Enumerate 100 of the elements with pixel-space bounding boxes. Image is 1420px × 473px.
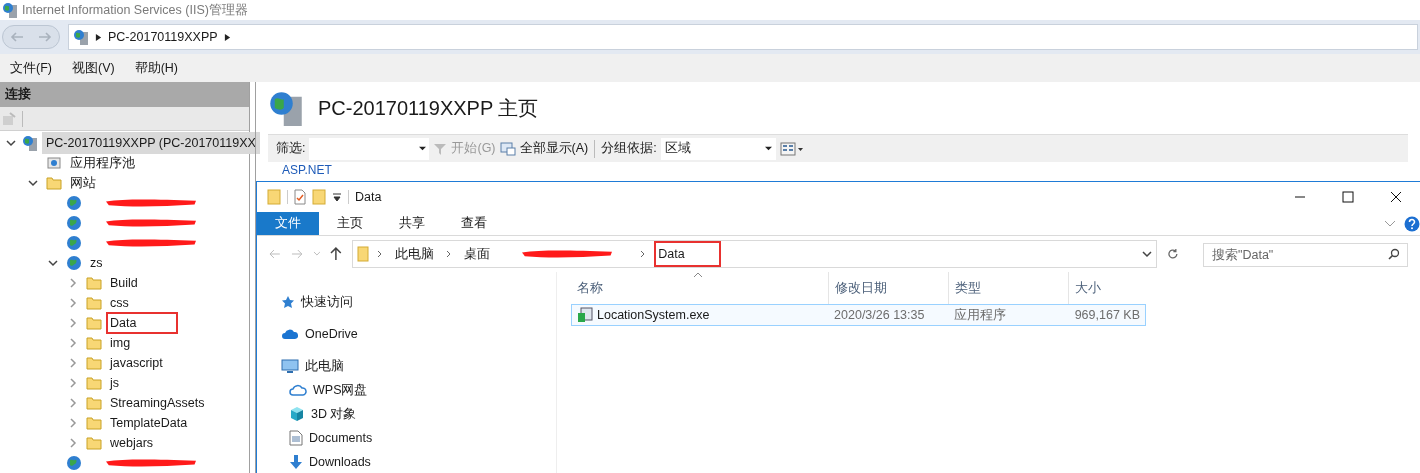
folder-icon	[86, 336, 102, 350]
up-arrow-icon[interactable]	[330, 247, 343, 261]
folder-icon	[86, 396, 102, 410]
dropdown-arrow-icon[interactable]	[764, 145, 772, 152]
monitor-icon	[281, 359, 299, 373]
window-title: Internet Information Services (IIS)管理器	[22, 1, 248, 19]
breadcrumb[interactable]: PC-20170119XXPP	[108, 27, 218, 47]
show-all-button[interactable]: 全部显示(A)	[519, 139, 589, 158]
menu-item[interactable]: 视图(V)	[71, 58, 115, 78]
chevron-icon[interactable]	[640, 250, 647, 258]
folder-icon	[86, 416, 102, 430]
download-arrow-icon	[289, 454, 303, 470]
nav-item[interactable]: Documents	[309, 428, 373, 448]
globe-icon	[66, 235, 82, 251]
executable-icon	[577, 307, 593, 323]
nav-item[interactable]: OneDrive	[305, 324, 358, 344]
breadcrumb-arrow-icon[interactable]	[95, 33, 102, 41]
table-cell-text: LocationSystem.exe	[597, 306, 710, 324]
cloud-icon	[281, 328, 299, 340]
view-icon[interactable]	[779, 141, 804, 156]
folder-icon	[357, 246, 370, 262]
properties-icon[interactable]	[294, 189, 306, 205]
globe-icon	[66, 255, 82, 271]
collapsed-chevron-icon[interactable]	[68, 338, 78, 348]
nav-item[interactable]: WPS网盘	[313, 380, 368, 400]
nav-item[interactable]: 3D 对象	[311, 404, 357, 424]
close-icon[interactable]	[1390, 191, 1402, 203]
folder-icon	[86, 276, 102, 290]
breadcrumb-arrow-icon[interactable]	[223, 33, 231, 41]
dropdown-chevron-icon[interactable]	[1142, 250, 1153, 258]
menu-item[interactable]: 文件(F)	[10, 58, 52, 78]
group-by-label: 分组依据:	[601, 140, 657, 158]
server-globe-icon	[73, 29, 89, 45]
app-pool-icon	[46, 155, 62, 171]
document-icon	[289, 430, 303, 446]
folder-icon	[86, 296, 102, 310]
collapsed-chevron-icon[interactable]	[68, 318, 78, 328]
filter-label: 筛选:	[276, 140, 306, 158]
collapsed-chevron-icon[interactable]	[68, 358, 78, 368]
globe-icon	[66, 455, 82, 471]
expanded-chevron-icon[interactable]	[28, 178, 38, 188]
expand-ribbon-icon[interactable]	[1384, 219, 1396, 228]
cube-icon	[289, 406, 305, 422]
collapsed-chevron-icon[interactable]	[68, 398, 78, 408]
refresh-icon[interactable]	[1167, 248, 1179, 260]
menu-item[interactable]: 帮助(H)	[134, 58, 178, 78]
panel-header: 连接	[0, 82, 249, 107]
back-forward-buttons[interactable]	[2, 25, 60, 49]
section-heading: ASP.NET	[282, 163, 332, 178]
ribbon-tab[interactable]: 文件	[257, 212, 319, 235]
folder-icon	[86, 376, 102, 390]
group-by-combo[interactable]: 区域	[660, 137, 776, 160]
expanded-chevron-icon[interactable]	[6, 138, 16, 148]
breadcrumb[interactable]: Data	[654, 240, 721, 268]
globe-icon	[66, 215, 82, 231]
star-icon	[281, 295, 295, 309]
back-arrow-icon[interactable]	[10, 32, 24, 42]
back-arrow-icon[interactable]	[269, 249, 281, 259]
forward-arrow-icon[interactable]	[38, 32, 52, 42]
file-row[interactable]: LocationSystem.exe 2020/3/26 13:35 应用程序 969,167 KB	[571, 304, 1146, 326]
dropdown-arrow-icon[interactable]	[419, 145, 427, 152]
collapsed-chevron-icon[interactable]	[68, 278, 78, 288]
expanded-chevron-icon[interactable]	[48, 258, 58, 268]
maximize-icon[interactable]	[1342, 191, 1354, 203]
table-cell-text: 969,167 KB	[1074, 306, 1140, 324]
column-header[interactable]: 大小	[1069, 272, 1146, 304]
collapsed-chevron-icon[interactable]	[68, 418, 78, 428]
ribbon-tab[interactable]: 查看	[443, 212, 505, 235]
cloud-outline-icon	[289, 384, 307, 396]
collapsed-chevron-icon[interactable]	[68, 378, 78, 388]
chevron-icon[interactable]	[446, 250, 453, 258]
address-bar[interactable]: PC-20170119XXPP	[68, 24, 1418, 50]
dropdown-icon[interactable]	[332, 192, 342, 202]
breadcrumb[interactable]: 此电脑	[391, 240, 439, 268]
chevron-icon[interactable]	[377, 250, 384, 258]
breadcrumb[interactable]: 桌面	[460, 240, 495, 268]
collapsed-chevron-icon[interactable]	[68, 298, 78, 308]
ribbon-tab[interactable]: 共享	[381, 212, 443, 235]
ribbon-tab[interactable]: 主页	[319, 212, 381, 235]
table-cell-text: 应用程序	[953, 306, 1006, 324]
folder-icon	[86, 356, 102, 370]
tree-item[interactable]: PC-20170119XXPP (PC-20170119XX	[42, 131, 260, 155]
recent-chevron-icon[interactable]	[312, 251, 321, 257]
nav-item[interactable]: Downloads	[309, 452, 371, 472]
server-globe-icon	[268, 90, 304, 126]
help-icon[interactable]	[1404, 215, 1420, 232]
page-title: PC-20170119XXPP 主页	[318, 96, 539, 121]
server-globe-icon	[2, 2, 18, 18]
nav-item[interactable]: 此电脑	[305, 356, 344, 376]
forward-arrow-icon[interactable]	[290, 249, 303, 259]
explorer-title: Data	[355, 188, 382, 206]
nav-item[interactable]: 快速访问	[301, 292, 353, 312]
collapsed-chevron-icon[interactable]	[68, 438, 78, 448]
tree-item[interactable]: Data	[106, 311, 179, 335]
table-cell-text: 2020/3/26 13:35	[834, 306, 925, 324]
server-globe-icon	[22, 135, 38, 151]
tree-item[interactable]: zs	[86, 251, 107, 275]
address-field[interactable]: 此电脑 桌面 Data	[352, 240, 1158, 268]
show-all-icon[interactable]	[499, 141, 516, 156]
search-field[interactable]: 搜索"Data"	[1203, 242, 1408, 267]
